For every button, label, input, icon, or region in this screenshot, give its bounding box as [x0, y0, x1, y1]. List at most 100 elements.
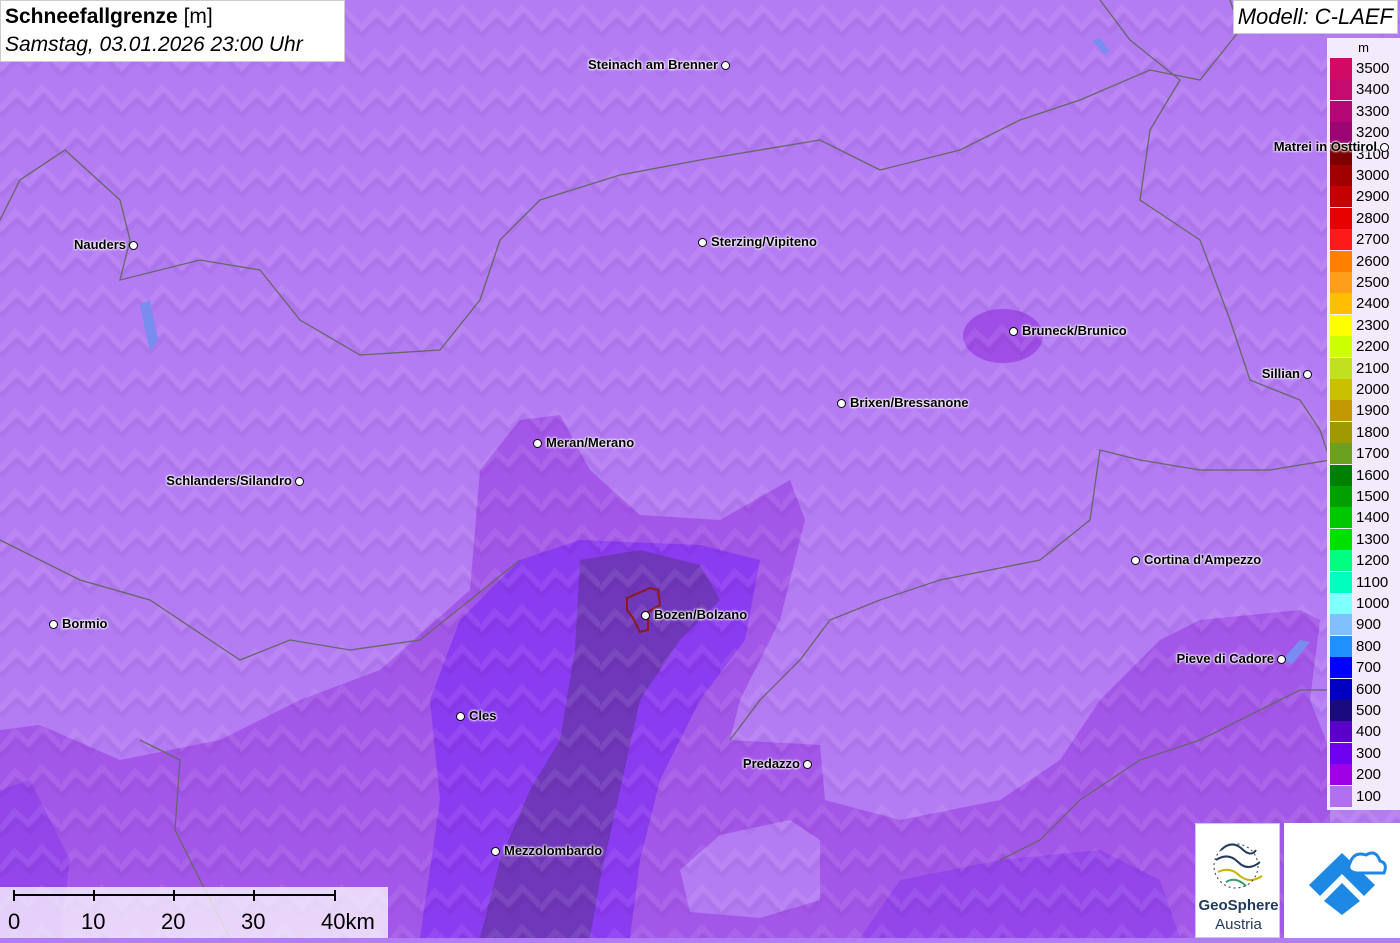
city-marker[interactable] — [721, 61, 730, 70]
legend-swatch — [1330, 400, 1352, 422]
legend-swatch — [1330, 486, 1352, 507]
legend-swatch — [1330, 357, 1352, 379]
legend-label: 1000 — [1356, 595, 1390, 612]
city-label[interactable]: Matrei in Osttirol — [1274, 139, 1377, 154]
city-label[interactable]: Meran/Merano — [546, 435, 634, 450]
city-marker[interactable] — [1380, 143, 1389, 152]
legend-label: 3400 — [1356, 81, 1390, 99]
legend-unit: m — [1358, 40, 1369, 55]
legend-swatch — [1330, 593, 1352, 614]
legend-item: 1900 — [1330, 400, 1398, 422]
legend-label: 2300 — [1356, 316, 1390, 334]
city-marker[interactable] — [491, 847, 500, 856]
city-label[interactable]: Steinach am Brenner — [588, 57, 718, 72]
legend-label: 2100 — [1356, 359, 1390, 377]
legend-label: 3300 — [1356, 102, 1390, 120]
legend-swatch — [1330, 272, 1352, 293]
legend-label: 800 — [1356, 637, 1382, 655]
city-label[interactable]: Cortina d'Ampezzo — [1144, 552, 1261, 567]
city-label[interactable]: Nauders — [74, 237, 126, 252]
legend-label: 1700 — [1356, 445, 1390, 463]
legend-label: 1600 — [1356, 466, 1390, 484]
city-marker[interactable] — [1131, 556, 1140, 565]
city-marker[interactable] — [456, 712, 465, 721]
legend-item: 600 — [1330, 678, 1398, 700]
legend-label: 1100 — [1356, 573, 1389, 591]
legend-item: 700 — [1330, 657, 1398, 679]
city-label[interactable]: Bormio — [62, 616, 108, 631]
city-marker[interactable] — [1303, 370, 1312, 379]
legend-swatch — [1330, 657, 1352, 679]
legend-swatch — [1330, 764, 1352, 786]
legend-label: 3000 — [1356, 167, 1390, 184]
legend-item: 1200 — [1330, 550, 1398, 572]
city-marker[interactable] — [295, 477, 304, 486]
legend-label: 700 — [1356, 659, 1382, 677]
legend-item: 2700 — [1330, 229, 1398, 251]
city-marker[interactable] — [1277, 655, 1286, 664]
scale-label-20: 20 — [161, 909, 186, 934]
legend-item: 1300 — [1330, 528, 1398, 550]
legend-item: 2000 — [1330, 379, 1398, 400]
city-label[interactable]: Schlanders/Silandro — [166, 473, 292, 488]
geosphere-logo[interactable]: GeoSphere Austria — [1195, 823, 1280, 938]
geosphere-logo-line1: GeoSphere — [1198, 897, 1279, 914]
legend-item: 2600 — [1330, 250, 1398, 272]
legend-swatch — [1330, 229, 1352, 251]
legend-swatch — [1330, 314, 1352, 336]
legend-swatch — [1330, 250, 1352, 272]
city-marker[interactable] — [533, 439, 542, 448]
city-marker[interactable] — [837, 399, 846, 408]
city-label[interactable]: Bozen/Bolzano — [654, 607, 747, 622]
city-marker[interactable] — [641, 611, 650, 620]
legend-item: 3400 — [1330, 79, 1398, 101]
legend-item: 1600 — [1330, 464, 1398, 486]
legend-label: 900 — [1356, 616, 1382, 634]
city-label[interactable]: Pieve di Cadore — [1176, 651, 1274, 666]
legend-swatch — [1330, 550, 1352, 572]
city-label[interactable]: Mezzolombardo — [504, 843, 602, 858]
legend-item: 3300 — [1330, 100, 1398, 122]
legend-swatch — [1330, 58, 1352, 79]
legend-swatch — [1330, 336, 1352, 358]
city-label[interactable]: Bruneck/Brunico — [1022, 323, 1127, 338]
legend-swatch — [1330, 443, 1352, 465]
legend-label: 600 — [1356, 680, 1382, 698]
legend-label: 2600 — [1356, 252, 1390, 270]
map-canvas[interactable] — [0, 0, 1400, 938]
city-label[interactable]: Sterzing/Vipiteno — [711, 234, 817, 249]
legend-label: 1900 — [1356, 402, 1390, 420]
legend-swatch — [1330, 507, 1352, 529]
legend-item: 1500 — [1330, 486, 1398, 507]
city-label[interactable]: Sillian — [1262, 366, 1300, 381]
legend-swatch — [1330, 379, 1352, 400]
scale-label-10: 10 — [81, 909, 106, 934]
city-marker[interactable] — [1009, 327, 1018, 336]
legend-item: 2100 — [1330, 357, 1398, 379]
city-label[interactable]: Predazzo — [743, 756, 800, 771]
app-logo[interactable] — [1284, 823, 1400, 938]
legend-item: 2200 — [1330, 336, 1398, 358]
city-label[interactable]: Cles — [469, 708, 496, 723]
legend-item: 1400 — [1330, 507, 1398, 529]
legend-swatch — [1330, 100, 1352, 122]
title-box: Schneefallgrenze [m] Samstag, 03.01.2026… — [0, 0, 345, 62]
city-marker[interactable] — [698, 238, 707, 247]
legend-label: 100 — [1356, 787, 1382, 805]
city-marker[interactable] — [803, 760, 812, 769]
legend-label: 2400 — [1356, 295, 1390, 313]
terrain-relief — [0, 0, 1400, 938]
scale-label-30: 30 — [241, 909, 266, 934]
legend-label: 300 — [1356, 744, 1382, 762]
scale-bar-line — [13, 890, 336, 901]
geosphere-logo-line2: Austria — [1215, 916, 1262, 933]
legend-item: 2300 — [1330, 314, 1398, 336]
legend-label: 3500 — [1356, 60, 1390, 77]
city-label[interactable]: Brixen/Bressanone — [850, 395, 969, 410]
city-marker[interactable] — [129, 241, 138, 250]
legend-item: 3000 — [1330, 165, 1398, 186]
city-marker[interactable] — [49, 620, 58, 629]
legend-label: 2000 — [1356, 381, 1390, 398]
legend-label: 1400 — [1356, 509, 1390, 527]
legend-item: 2500 — [1330, 272, 1398, 293]
